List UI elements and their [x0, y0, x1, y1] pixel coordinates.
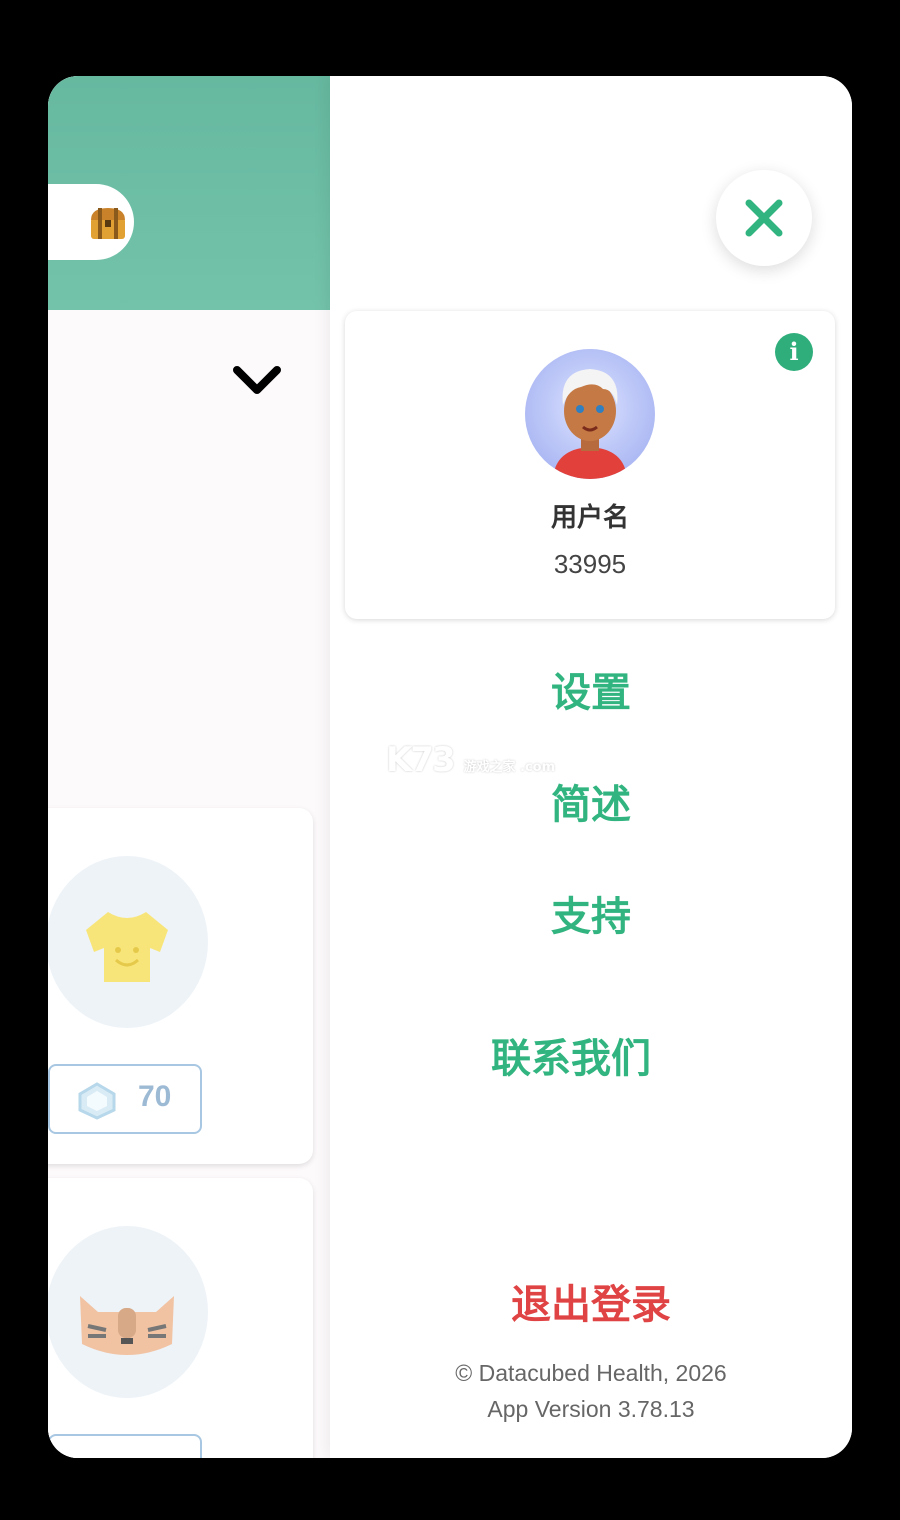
watermark-brand: K73: [386, 740, 456, 780]
watermark-logo: K73 游戏之家 .com: [386, 740, 555, 780]
background-app: 70: [48, 76, 330, 1458]
gem-icon: [78, 1082, 116, 1120]
close-icon: [745, 199, 783, 237]
menu-item-contact-us[interactable]: 联系我们: [310, 1026, 832, 1084]
tiger-mask-icon: [80, 1296, 174, 1355]
item-image: [48, 856, 208, 1028]
profile-card: i 用户名 33995: [345, 311, 835, 619]
store-item-card[interactable]: [48, 1178, 313, 1458]
app-screen: 70 i 用户名 33995 设置 简述 支持 联系我们 退出登录 © Data…: [48, 76, 852, 1458]
item-price: 70: [138, 1080, 172, 1113]
app-version-text: App Version 3.78.13: [487, 1396, 695, 1422]
username: 用户名: [550, 503, 629, 533]
item-price-badge[interactable]: [48, 1434, 202, 1458]
avatar-image: [553, 369, 627, 479]
item-image: [48, 1226, 208, 1398]
chevron-down-icon[interactable]: [232, 362, 282, 398]
store-item-card[interactable]: 70: [48, 808, 313, 1164]
treasure-chest-icon: [91, 208, 125, 239]
user-id: 33995: [553, 549, 627, 579]
copyright-text: © Datacubed Health, 2026: [455, 1360, 727, 1386]
info-icon[interactable]: i: [775, 333, 813, 371]
tshirt-icon: [86, 912, 168, 982]
close-button[interactable]: [716, 170, 812, 266]
item-price-badge[interactable]: 70: [48, 1064, 202, 1134]
logout-button[interactable]: 退出登录: [330, 1272, 852, 1330]
menu-item-overview[interactable]: 简述: [330, 772, 852, 830]
menu-item-settings[interactable]: 设置: [330, 660, 852, 718]
avatar[interactable]: [525, 349, 655, 479]
menu-item-support[interactable]: 支持: [330, 884, 852, 942]
watermark-sub: 游戏之家 .com: [463, 760, 556, 775]
